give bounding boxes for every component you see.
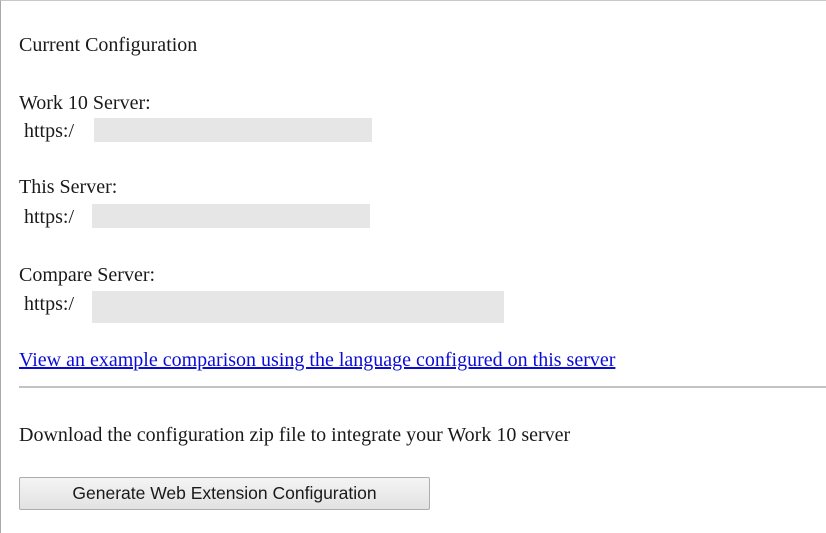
redacted-region [92,291,504,323]
compare-server-url-text: https:/ [24,293,75,315]
redacted-region [92,204,370,228]
page-title: Current Configuration [19,34,198,56]
example-comparison-link[interactable]: View an example comparison using the lan… [19,349,615,371]
this-server-url: https:/ [24,204,370,228]
this-server-url-text: https:/ [24,206,75,228]
config-panel: Current Configuration Work 10 Server: ht… [0,0,826,533]
work10-server-url-text: https:/ [24,120,75,142]
redacted-region [94,118,372,142]
generate-configuration-button[interactable]: Generate Web Extension Configuration [19,477,430,510]
work10-server-url: https:/ [24,118,372,142]
compare-server-label: Compare Server: [19,264,156,286]
work10-server-label: Work 10 Server: [19,92,151,114]
compare-server-url: https:/ [24,291,504,323]
this-server-label: This Server: [19,176,118,198]
download-instructions: Download the configuration zip file to i… [19,424,571,446]
divider [19,386,826,388]
